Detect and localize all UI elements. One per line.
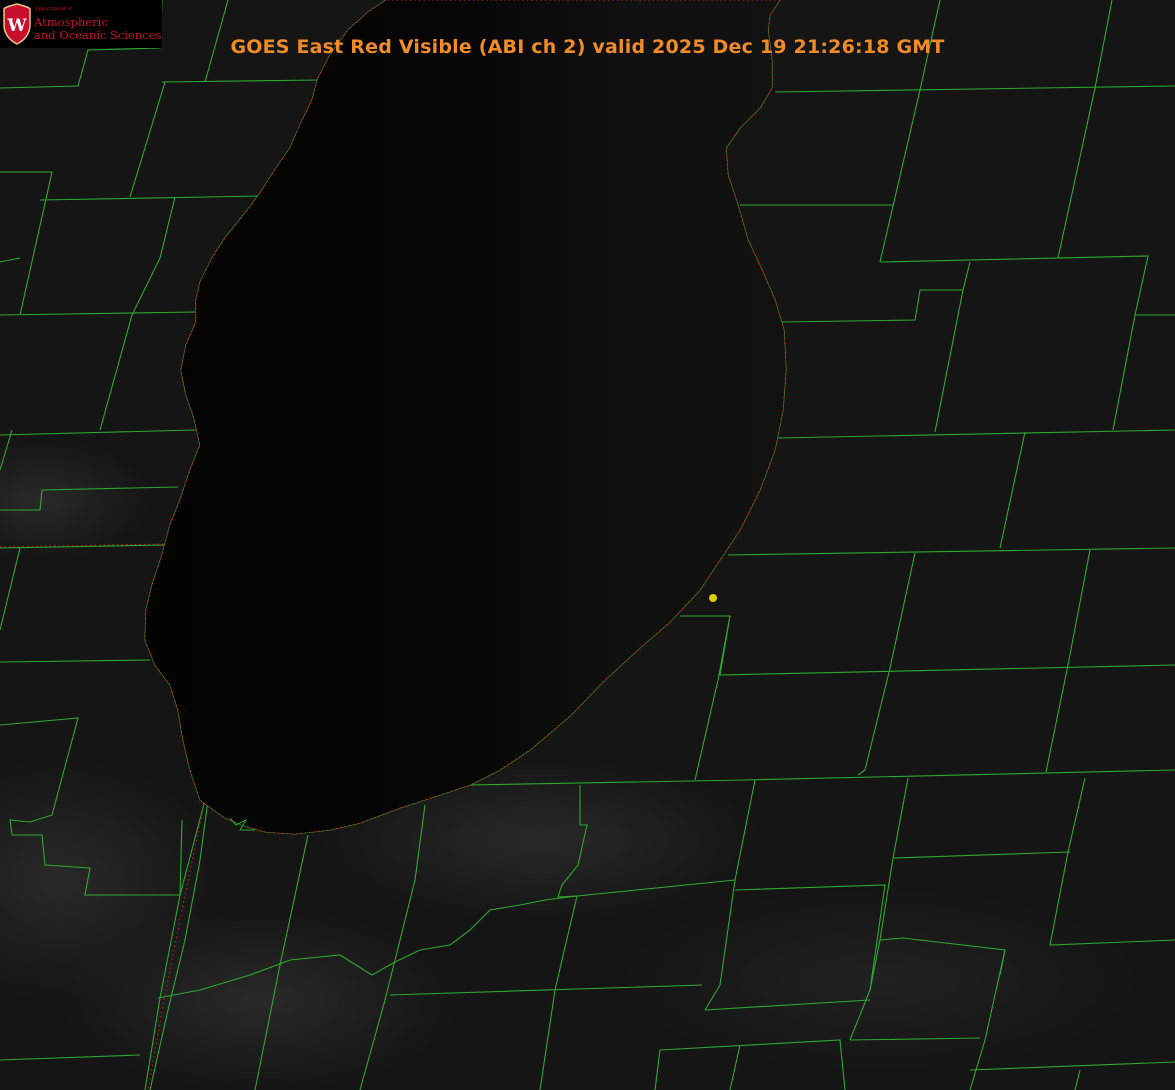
svg-text:W: W (6, 16, 27, 36)
logo-line-1: Atmospheric (34, 15, 108, 29)
satellite-map (0, 0, 1175, 1090)
page-title: GOES East Red Visible (ABI ch 2) valid 2… (230, 36, 945, 58)
logo-department: Department of (35, 6, 72, 12)
yellow-dot-marker (709, 594, 717, 602)
